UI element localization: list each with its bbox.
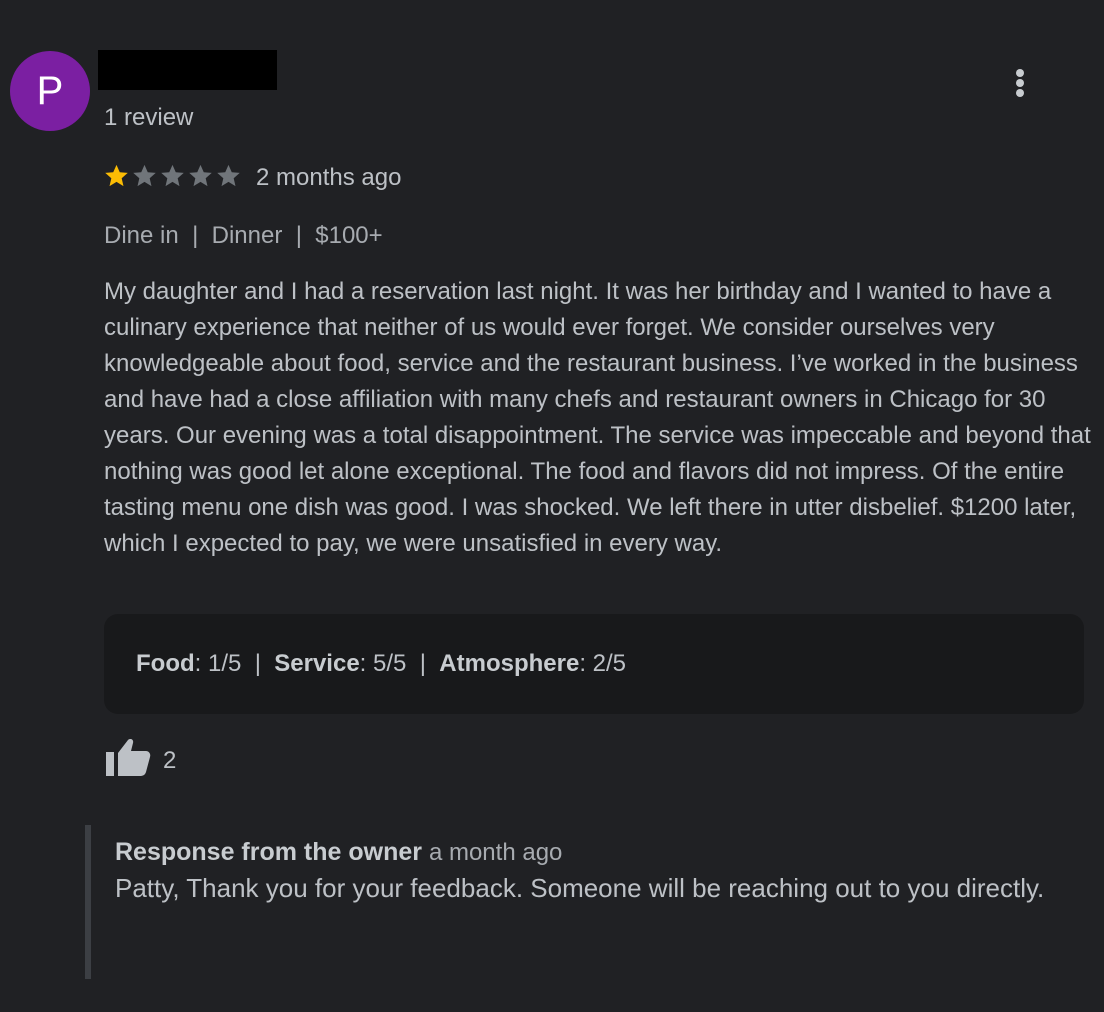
more-vert-icon — [1016, 69, 1024, 77]
tag-dine: Dine in — [104, 222, 179, 249]
review-text: My daughter and I had a reservation last… — [104, 278, 1091, 557]
star-icon-empty — [189, 164, 212, 187]
rating-separator: | — [254, 650, 261, 677]
more-vert-icon-dot — [1016, 79, 1024, 87]
owner-response-header: Response from the owner a month ago — [115, 838, 562, 867]
tag-separator: | — [295, 222, 302, 249]
star-icon-empty — [133, 164, 156, 187]
tag-separator: | — [192, 222, 199, 249]
more-vert-icon-dot — [1016, 89, 1024, 97]
owner-response-time: a month ago — [428, 839, 563, 866]
tag-price: $100+ — [315, 222, 383, 249]
owner-response-label: Response from the owner — [115, 838, 422, 866]
star-icon-empty — [161, 164, 184, 187]
owner-response-bar — [85, 825, 91, 979]
reviewer-name-redacted — [98, 50, 277, 90]
avatar[interactable]: P — [10, 51, 90, 131]
rating-separator: | — [419, 650, 426, 677]
review-time: 2 months ago — [256, 164, 402, 191]
sub-ratings: Food: 1/5 | Service: 5/5 | Atmosphere: 2… — [136, 650, 626, 678]
like-count: 2 — [163, 747, 177, 774]
star-icon-filled — [105, 164, 128, 187]
like-button[interactable] — [104, 736, 152, 780]
thumbs-up-icon — [106, 739, 151, 776]
star-rating — [103, 162, 242, 190]
food-label: Food — [136, 650, 195, 677]
owner-response-text: Patty, Thank you for your feedback. Some… — [115, 873, 1045, 903]
service-label: Service — [274, 650, 360, 677]
atmosphere-value: : 2/5 — [579, 650, 627, 677]
review-tags: Dine in | Dinner | $100+ — [104, 222, 383, 250]
atmosphere-label: Atmosphere — [439, 650, 580, 677]
more-options-button[interactable] — [1000, 63, 1040, 103]
review-count[interactable]: 1 review — [104, 104, 193, 132]
star-icon-empty — [217, 164, 240, 187]
tag-meal: Dinner — [211, 222, 283, 249]
food-value: : 1/5 — [194, 650, 242, 677]
service-value: : 5/5 — [359, 650, 407, 677]
sub-ratings-panel: Food: 1/5 | Service: 5/5 | Atmosphere: 2… — [104, 614, 1084, 714]
